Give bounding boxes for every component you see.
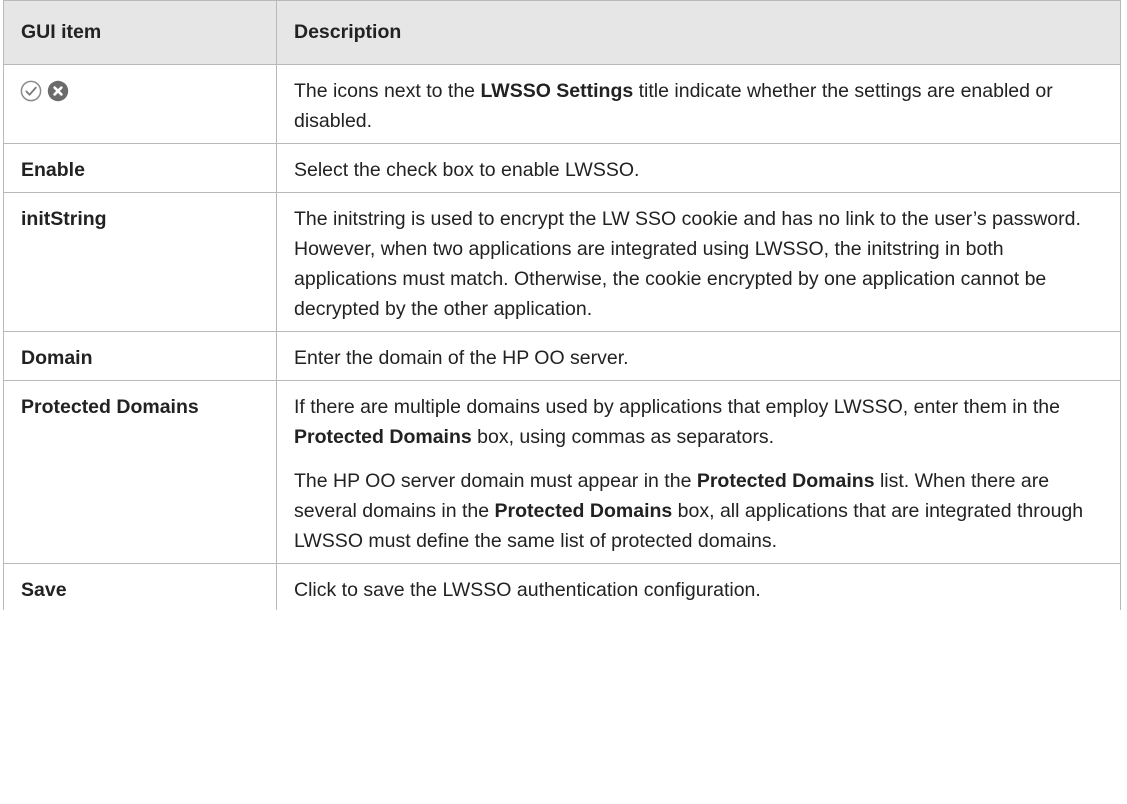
table-row-icons: The icons next to the LWSSO Settings tit… [3, 64, 1121, 144]
initstring-label: initString [3, 192, 277, 332]
enable-description: Select the check box to enable LWSSO. [276, 143, 1121, 193]
domain-label: Domain [3, 331, 277, 381]
table-row-save: Save Click to save the LWSSO authenticat… [3, 563, 1121, 610]
x-circle-icon [47, 80, 69, 102]
table-header-row: GUI item Description [3, 0, 1121, 65]
table-row-initstring: initString The initstring is used to enc… [3, 192, 1121, 332]
status-icons [20, 76, 69, 106]
table-row-domain: Domain Enter the domain of the HP OO ser… [3, 331, 1121, 381]
initstring-description: The initstring is used to encrypt the LW… [276, 192, 1121, 332]
table-row-protected-domains: Protected Domains If there are multiple … [3, 380, 1121, 564]
protected-domains-label: Protected Domains [3, 380, 277, 564]
table-row-enable: Enable Select the check box to enable LW… [3, 143, 1121, 193]
protected-domains-paragraph-1: If there are multiple domains used by ap… [294, 396, 1060, 448]
enable-label: Enable [3, 143, 277, 193]
save-label: Save [3, 563, 277, 610]
icons-description: The icons next to the LWSSO Settings tit… [276, 64, 1121, 144]
protected-domains-description: If there are multiple domains used by ap… [276, 380, 1121, 564]
icons-cell [3, 64, 277, 144]
domain-description: Enter the domain of the HP OO server. [276, 331, 1121, 381]
gui-item-table: GUI item Description The icons next to t… [3, 0, 1121, 610]
check-circle-icon [20, 80, 42, 102]
save-description: Click to save the LWSSO authentication c… [276, 563, 1121, 610]
protected-domains-paragraph-2: The HP OO server domain must appear in t… [294, 470, 1084, 552]
header-gui-item: GUI item [3, 0, 277, 65]
header-description: Description [276, 0, 1121, 65]
